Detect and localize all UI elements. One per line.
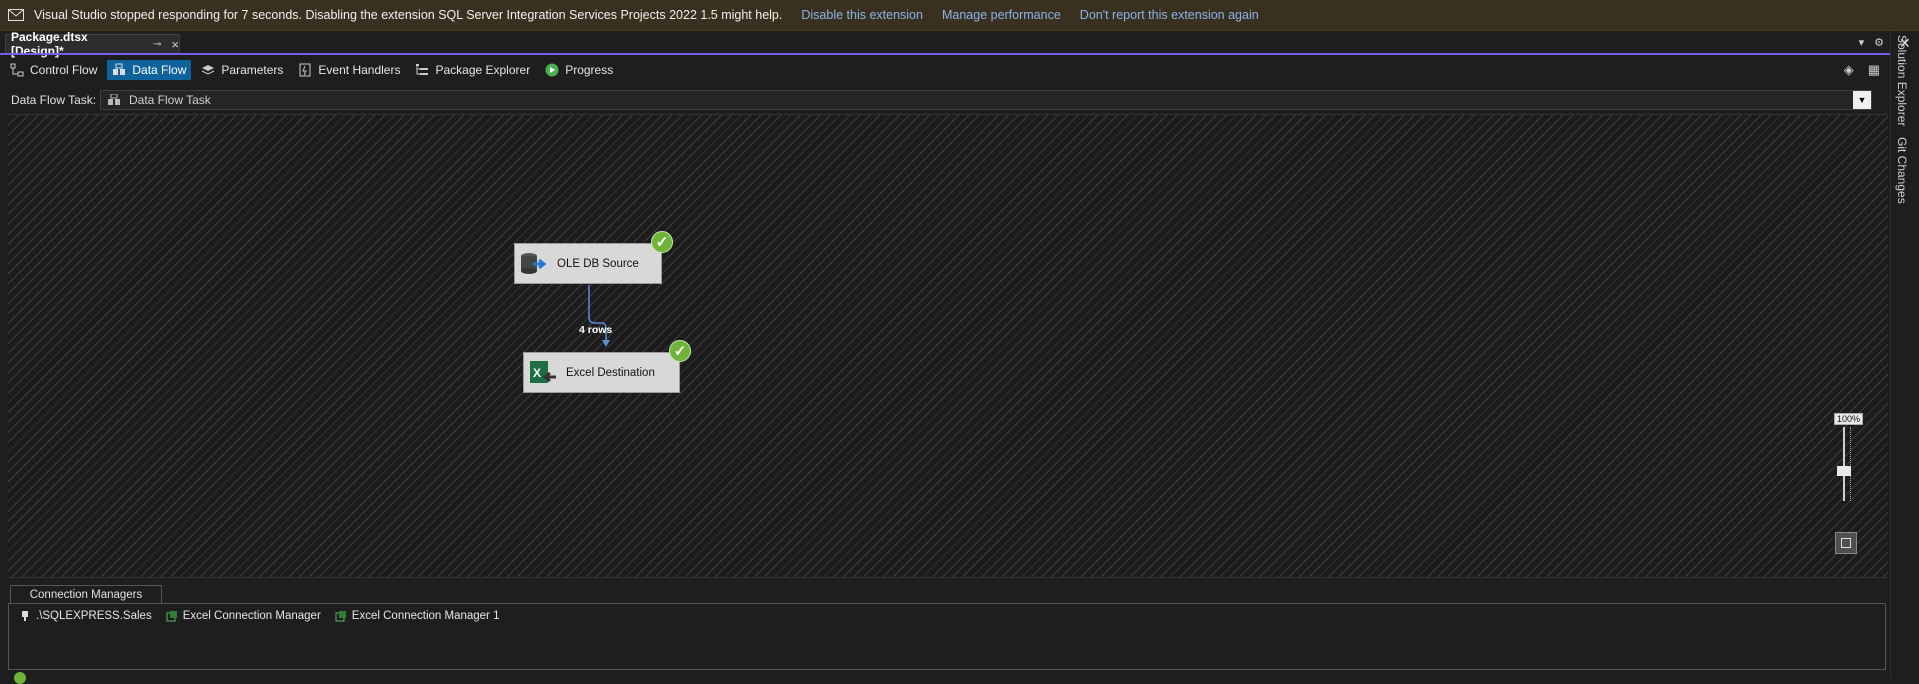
connection-item-excel[interactable]: Excel Connection Manager bbox=[166, 610, 321, 622]
tab-package-explorer-label: Package Explorer bbox=[435, 63, 531, 77]
progress-icon bbox=[545, 63, 559, 77]
excel-connection-icon bbox=[335, 610, 347, 622]
tab-parameters-label: Parameters bbox=[221, 63, 284, 77]
excel-destination-icon: X bbox=[528, 359, 558, 387]
zoom-to-fit-button[interactable] bbox=[1835, 532, 1857, 554]
event-handlers-icon bbox=[298, 63, 312, 77]
connection-item-label: .\SQLEXPRESS.Sales bbox=[36, 610, 152, 622]
tab-data-flow-label: Data Flow bbox=[132, 63, 187, 77]
connection-item-label: Excel Connection Manager 1 bbox=[351, 610, 500, 622]
tab-event-handlers-label: Event Handlers bbox=[318, 63, 401, 77]
ole-db-source-label: OLE DB Source bbox=[557, 257, 639, 270]
document-tab[interactable]: Package.dtsx [Design]* ⊸ × bbox=[5, 30, 180, 58]
tab-parameters[interactable]: Parameters bbox=[196, 60, 288, 80]
connection-managers-tab[interactable]: Connection Managers bbox=[10, 585, 162, 603]
success-check-icon: ✓ bbox=[651, 231, 673, 253]
ole-db-source-node[interactable]: OLE DB Source bbox=[514, 243, 662, 284]
toolbox-icon[interactable]: ▦ bbox=[1868, 62, 1880, 78]
tab-progress-label: Progress bbox=[565, 63, 614, 77]
tab-accent-line bbox=[0, 53, 1890, 55]
connection-item-excel-1[interactable]: Excel Connection Manager 1 bbox=[335, 610, 500, 622]
tab-progress[interactable]: Progress bbox=[540, 60, 618, 80]
excel-connection-icon bbox=[166, 610, 178, 622]
info-bar-message: Visual Studio stopped responding for 7 s… bbox=[34, 8, 783, 22]
solution-explorer-tab[interactable]: Solution Explorer bbox=[1895, 35, 1909, 126]
dont-report-link[interactable]: Don't report this extension again bbox=[1080, 8, 1259, 22]
status-indicator-icon bbox=[14, 672, 26, 684]
package-explorer-icon bbox=[415, 63, 429, 77]
zoom-level: 100% bbox=[1834, 413, 1864, 425]
data-flow-task-select[interactable]: Data Flow Task ▼ bbox=[100, 90, 1872, 110]
data-flow-task-value: Data Flow Task bbox=[129, 93, 211, 107]
disable-extension-link[interactable]: Disable this extension bbox=[801, 8, 923, 22]
connection-managers-panel[interactable]: .\SQLEXPRESS.Sales Excel Connection Mana… bbox=[8, 603, 1886, 670]
fit-icon bbox=[1841, 538, 1851, 548]
manage-performance-link[interactable]: Manage performance bbox=[942, 8, 1061, 22]
success-check-icon: ✓ bbox=[669, 340, 691, 362]
tab-control-flow-label: Control Flow bbox=[30, 63, 98, 77]
excel-destination-node[interactable]: X Excel Destination bbox=[523, 352, 680, 393]
tab-control-flow[interactable]: Control Flow bbox=[5, 60, 102, 80]
ole-db-source-icon bbox=[519, 250, 549, 278]
connection-item-label: Excel Connection Manager bbox=[182, 610, 321, 622]
pin-icon[interactable]: ⊸ bbox=[153, 39, 161, 50]
data-path-row-count: 4 rows bbox=[579, 324, 613, 336]
data-path-connector bbox=[588, 285, 610, 347]
notification-icon bbox=[8, 9, 24, 21]
tab-package-explorer[interactable]: Package Explorer bbox=[410, 60, 535, 80]
designer-tabs: Control Flow Data Flow Parameters Event … bbox=[0, 57, 1890, 83]
info-bar: Visual Studio stopped responding for 7 s… bbox=[0, 0, 1919, 31]
task-selector-row: Data Flow Task: Data Flow Task ▼ bbox=[0, 88, 1890, 112]
git-changes-tab[interactable]: Git Changes bbox=[1895, 137, 1909, 204]
database-connection-icon bbox=[19, 610, 31, 622]
task-selector-label: Data Flow Task: bbox=[11, 93, 97, 107]
zoom-slider-thumb[interactable] bbox=[1837, 466, 1851, 476]
zoom-slider-track[interactable] bbox=[1843, 427, 1845, 501]
tab-event-handlers[interactable]: Event Handlers bbox=[293, 60, 405, 80]
zoom-slider-ticks bbox=[1846, 427, 1851, 501]
svg-text:X: X bbox=[533, 366, 541, 380]
excel-destination-label: Excel Destination bbox=[566, 366, 655, 379]
tab-dropdown-icon[interactable]: ▾ bbox=[1859, 36, 1865, 49]
document-tab-row: Package.dtsx [Design]* ⊸ × ▾ ⚙ bbox=[0, 30, 1890, 58]
variables-icon[interactable]: ◈ bbox=[1844, 62, 1854, 78]
parameters-icon bbox=[201, 63, 215, 77]
close-tab-icon[interactable]: × bbox=[171, 37, 179, 52]
connection-item-sqlexpress[interactable]: .\SQLEXPRESS.Sales bbox=[19, 610, 152, 622]
control-flow-icon bbox=[10, 63, 24, 77]
settings-gear-icon[interactable]: ⚙ bbox=[1874, 36, 1884, 49]
data-flow-task-icon bbox=[107, 93, 121, 106]
side-tool-strip: ✕ Solution Explorer Git Changes bbox=[1890, 31, 1919, 678]
tab-data-flow[interactable]: Data Flow bbox=[107, 60, 192, 80]
data-flow-canvas[interactable]: OLE DB Source ✓ 4 rows X Excel Destinati… bbox=[8, 114, 1888, 578]
chevron-down-icon[interactable]: ▼ bbox=[1853, 91, 1871, 109]
data-flow-icon bbox=[112, 63, 126, 77]
